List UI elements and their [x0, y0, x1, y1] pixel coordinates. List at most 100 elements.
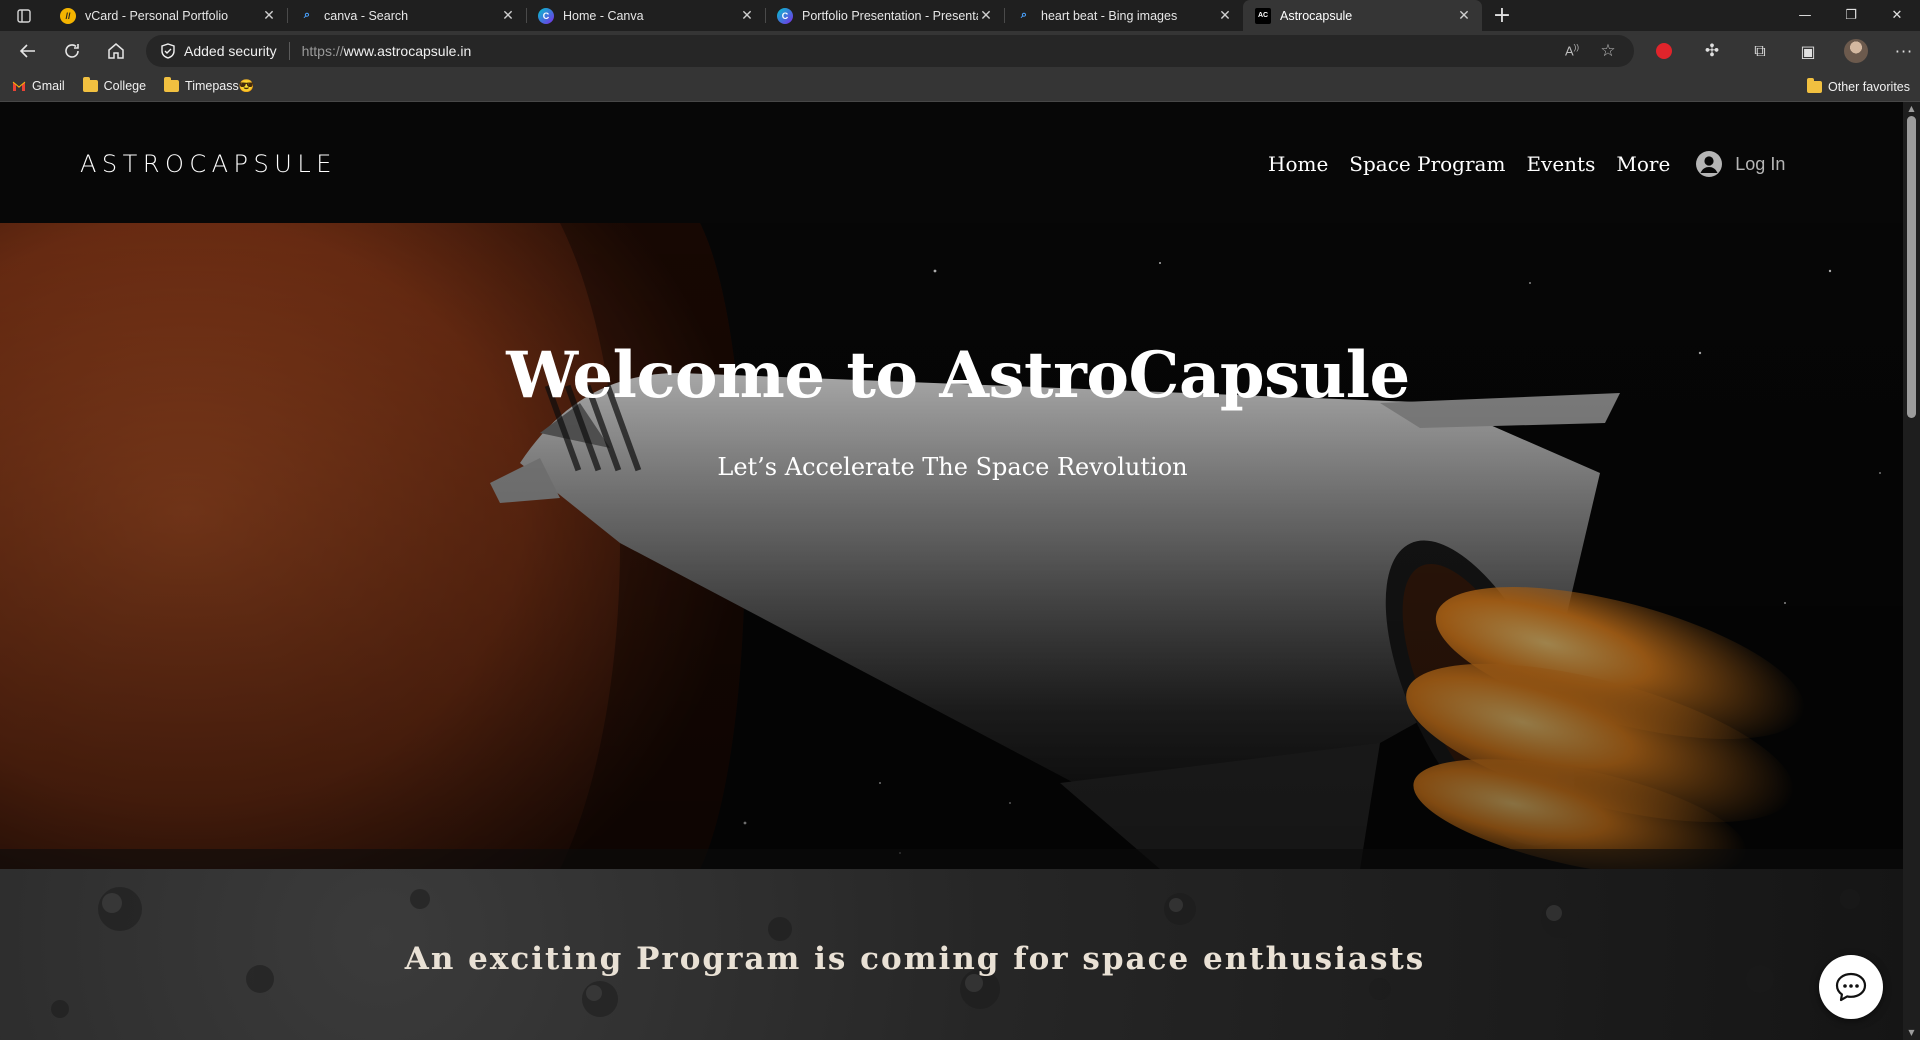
tab-portfolio-presentation[interactable]: C Portfolio Presentation - Presenta ✕ — [765, 0, 1004, 31]
nav-more[interactable]: More — [1616, 152, 1670, 176]
close-window-button[interactable]: ✕ — [1874, 0, 1920, 31]
hero-subtitle: Let’s Accelerate The Space Revolution — [717, 453, 1188, 481]
close-tab-icon[interactable]: ✕ — [739, 7, 755, 24]
home-icon — [108, 43, 124, 59]
refresh-button[interactable] — [50, 31, 94, 71]
minimize-button[interactable]: — — [1782, 0, 1828, 31]
site-security-button[interactable]: Added security — [160, 43, 277, 59]
shield-icon — [161, 43, 175, 59]
collections-button[interactable]: ⧉ — [1736, 31, 1784, 71]
hero-title: Welcome to AstroCapsule — [506, 338, 1410, 413]
nav-space-program[interactable]: Space Program — [1349, 152, 1505, 176]
profile-button[interactable] — [1832, 31, 1880, 71]
gmail-icon — [12, 81, 26, 91]
plus-icon: + — [1492, 3, 1512, 28]
close-tab-icon[interactable]: ✕ — [978, 7, 994, 24]
new-tab-button[interactable]: + — [1482, 0, 1522, 31]
read-aloud-button[interactable]: A)) — [1554, 35, 1590, 67]
favorite-label: Gmail — [32, 79, 65, 93]
tab-canva-search[interactable]: ⌕ canva - Search ✕ — [287, 0, 526, 31]
scroll-thumb[interactable] — [1907, 116, 1916, 418]
favorite-label: Other favorites — [1828, 79, 1910, 94]
search-favicon: ⌕ — [1020, 9, 1028, 21]
address-bar-actions: A)) ☆ — [1554, 35, 1626, 67]
scroll-up-arrow-icon[interactable]: ▲ — [1903, 102, 1920, 116]
folder-icon — [1807, 77, 1823, 93]
extensions-area: ✣ ⧉ ▣ ··· — [1640, 31, 1920, 71]
tab-strip: // vCard - Personal Portfolio ✕ ⌕ canva … — [0, 0, 1920, 31]
collections-icon: ⧉ — [1754, 41, 1766, 60]
close-tab-icon[interactable]: ✕ — [500, 7, 516, 24]
browser-essentials-button[interactable]: ▣ — [1784, 31, 1832, 71]
puzzle-icon: ✣ — [1704, 41, 1720, 61]
tab-heart-beat-bing[interactable]: ⌕ heart beat - Bing images ✕ — [1004, 0, 1243, 31]
program-section-title: An exciting Program is coming for space … — [404, 941, 1426, 977]
tab-title: vCard - Personal Portfolio — [85, 8, 229, 23]
web-page: ASTROCAPSULE Home Space Program Events M… — [0, 102, 1903, 1040]
security-label: Added security — [184, 43, 277, 59]
url-scheme: https:// — [301, 43, 344, 59]
search-favicon: ⌕ — [303, 9, 311, 21]
minimize-icon: — — [1798, 8, 1812, 23]
favorite-timepass-folder[interactable]: Timepass😎 — [164, 77, 255, 94]
chat-button[interactable] — [1819, 955, 1883, 1019]
close-icon: ✕ — [1891, 8, 1903, 23]
astrocapsule-favicon: AC — [1255, 7, 1271, 24]
favorites-bar: Gmail College Timepass😎 Other favorites — [0, 71, 1920, 102]
other-favorites-folder[interactable]: Other favorites — [1807, 71, 1910, 102]
address-divider — [288, 42, 290, 60]
program-section: An exciting Program is coming for space … — [0, 869, 1903, 1040]
close-tab-icon[interactable]: ✕ — [261, 7, 277, 24]
nav-events[interactable]: Events — [1526, 152, 1595, 176]
red-extension-icon — [1656, 43, 1672, 59]
avatar — [1844, 39, 1868, 63]
canva-favicon: C — [538, 7, 554, 24]
vcard-favicon: // — [60, 7, 76, 24]
canva-favicon: C — [777, 7, 793, 24]
hero-section: Welcome to AstroCapsule Let’s Accelerate… — [0, 223, 1903, 869]
close-tab-icon[interactable]: ✕ — [1217, 7, 1233, 24]
page-scrollbar[interactable]: ▲ ▼ — [1903, 102, 1920, 1040]
hero-background-image — [0, 223, 1903, 869]
tab-astrocapsule[interactable]: AC Astrocapsule ✕ — [1243, 0, 1482, 31]
restore-button[interactable]: ❐ — [1828, 0, 1874, 31]
chat-bubble-icon — [1835, 972, 1867, 1002]
extension-button[interactable] — [1640, 31, 1688, 71]
refresh-icon — [65, 44, 79, 58]
tab-vcard[interactable]: // vCard - Personal Portfolio ✕ — [48, 0, 287, 31]
tab-home-canva[interactable]: C Home - Canva ✕ — [526, 0, 765, 31]
read-aloud-icon: A)) — [1565, 43, 1579, 59]
tab-title: Portfolio Presentation - Presenta — [802, 8, 978, 23]
site-logo[interactable]: ASTROCAPSULE — [80, 150, 337, 178]
url-host: www.astrocapsule.in — [343, 43, 472, 59]
favorite-label: College — [103, 79, 147, 93]
main-nav: Home Space Program Events More Log In — [1268, 150, 1785, 178]
hero-bottom-strip — [0, 849, 1903, 869]
scroll-down-arrow-icon[interactable]: ▼ — [1903, 1026, 1920, 1040]
favorite-college-folder[interactable]: College — [82, 77, 147, 93]
tab-title: Home - Canva — [563, 8, 644, 23]
tab-actions-icon — [17, 8, 31, 23]
star-plus-icon: ☆ — [1600, 41, 1616, 60]
window-controls: — ❐ ✕ — [1782, 0, 1920, 31]
folder-icon — [164, 77, 180, 92]
tab-title: Astrocapsule — [1280, 8, 1353, 23]
extensions-button[interactable]: ✣ — [1688, 31, 1736, 71]
folder-icon — [82, 77, 98, 92]
login-button[interactable]: Log In — [1695, 150, 1785, 178]
add-favorite-button[interactable]: ☆ — [1590, 35, 1626, 67]
favorite-label: Timepass😎 — [185, 78, 255, 93]
favorite-gmail[interactable]: Gmail — [12, 79, 65, 93]
back-button[interactable] — [6, 31, 50, 71]
restore-icon: ❐ — [1845, 8, 1857, 23]
nav-home[interactable]: Home — [1268, 152, 1328, 176]
settings-more-button[interactable]: ··· — [1880, 31, 1920, 71]
site-header: ASTROCAPSULE Home Space Program Events M… — [0, 102, 1903, 223]
back-arrow-icon — [19, 44, 35, 58]
tab-actions-menu-button[interactable] — [0, 0, 48, 31]
address-bar[interactable]: Added security https:// www.astrocapsule… — [146, 35, 1634, 67]
more-dots-icon: ··· — [1894, 41, 1914, 61]
home-button[interactable] — [94, 31, 138, 71]
close-tab-icon[interactable]: ✕ — [1456, 7, 1472, 24]
user-avatar-icon — [1696, 151, 1723, 177]
